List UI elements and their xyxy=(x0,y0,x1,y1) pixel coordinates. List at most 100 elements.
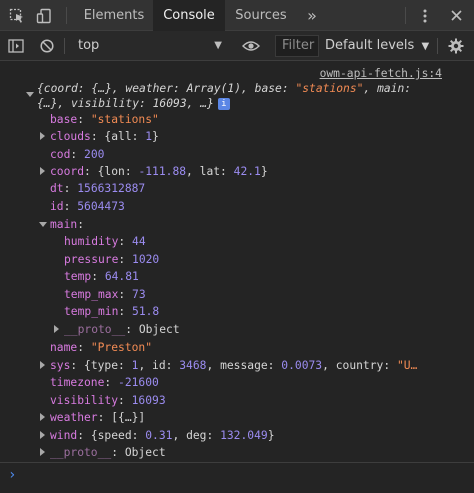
tab-sources[interactable]: Sources xyxy=(225,0,297,31)
gear-icon[interactable] xyxy=(446,31,466,61)
expand-triangle-icon[interactable] xyxy=(40,413,45,421)
prop-key: temp_max xyxy=(64,288,119,301)
chevron-down-icon: ▼ xyxy=(214,40,222,51)
prop-key: wind xyxy=(50,429,78,442)
expand-triangle-icon[interactable] xyxy=(40,361,45,369)
prop-key: cod xyxy=(50,148,71,161)
property-name: name: "Preston" xyxy=(50,339,152,356)
prop-key: sys xyxy=(50,359,71,372)
summary-base-value: "stations" xyxy=(295,82,364,95)
prop-value: {speed: xyxy=(90,429,146,442)
prop-value: } xyxy=(260,165,268,178)
sidebar-toggle-icon[interactable] xyxy=(6,31,26,61)
prop-key: humidity xyxy=(64,235,119,248)
prop-key: main xyxy=(50,218,78,231)
tabbar-divider-right xyxy=(405,7,406,24)
prop-key: temp_min xyxy=(64,305,119,318)
toolbar-divider-right xyxy=(437,38,438,54)
prop-sep: : xyxy=(63,182,78,195)
prop-value: } xyxy=(267,429,275,442)
prop-value: 51.8 xyxy=(132,305,160,318)
clear-console-icon[interactable] xyxy=(37,31,57,61)
expand-triangle-icon[interactable] xyxy=(54,325,59,333)
property-dt: dt: 1566312887 xyxy=(50,180,145,197)
prop-key: timezone xyxy=(50,376,105,389)
prop-key: weather xyxy=(50,411,98,424)
property-wind[interactable]: wind: {speed: 0.31, deg: 132.049} xyxy=(50,427,275,444)
prop-value: Object xyxy=(138,323,180,336)
summary-part: , main: xyxy=(363,82,412,95)
kebab-menu-icon[interactable] xyxy=(415,0,435,31)
info-icon: i xyxy=(217,98,230,110)
property-main-proto[interactable]: __proto__: Object xyxy=(64,321,180,338)
filter-input[interactable]: Filter xyxy=(275,35,319,57)
prop-value: {lon: xyxy=(97,165,139,178)
prop-value: , lat: xyxy=(186,165,234,178)
prop-key: name xyxy=(50,341,78,354)
expand-triangle-icon[interactable] xyxy=(40,448,45,456)
prop-value: 44 xyxy=(132,235,146,248)
devtools-tabbar: Elements Console Sources » xyxy=(0,0,474,31)
tab-console[interactable]: Console xyxy=(153,0,225,31)
prop-value: {all: xyxy=(104,130,146,143)
prop-sep: : xyxy=(111,446,125,459)
prop-sep: : xyxy=(70,148,85,161)
prop-key: id xyxy=(50,200,64,213)
property-clouds[interactable]: clouds: {all: 1} xyxy=(50,128,159,145)
prop-value: , message: xyxy=(206,359,282,372)
property-coord[interactable]: coord: {lon: -111.88, lat: 42.1} xyxy=(50,163,268,180)
console-toolbar: top ▼ Filter Default levels ▼ xyxy=(0,31,474,61)
property-sys[interactable]: sys: {type: 1, id: 3468, message: 0.0073… xyxy=(50,357,417,374)
property-pressure: pressure: 1020 xyxy=(64,251,159,268)
prop-value: 73 xyxy=(132,288,146,301)
prop-value: [{…}] xyxy=(111,411,146,424)
device-toolbar-icon[interactable] xyxy=(33,0,55,31)
object-summary-line2[interactable]: {…}, visibility: 16093, …} i xyxy=(37,95,230,112)
prop-sep: : xyxy=(77,341,91,354)
property-cod: cod: 200 xyxy=(50,146,104,163)
prop-value: , deg: xyxy=(172,429,221,442)
prop-value-string: "U… xyxy=(396,359,418,372)
source-link[interactable]: owm-api-fetch.js:4 xyxy=(320,67,442,80)
prop-key: __proto__ xyxy=(64,323,126,336)
close-icon[interactable] xyxy=(446,0,466,31)
prop-sep: : xyxy=(104,376,119,389)
expand-triangle-icon[interactable] xyxy=(40,431,45,439)
prop-sep: : xyxy=(118,253,133,266)
prop-key: pressure xyxy=(64,253,119,266)
prop-key: dt xyxy=(50,182,64,195)
prop-value: 16093 xyxy=(131,394,166,407)
chevron-down-icon: ▼ xyxy=(421,41,430,52)
console-prompt[interactable]: › xyxy=(0,462,474,493)
context-select[interactable]: top ▼ xyxy=(70,35,228,57)
live-expression-eye-icon[interactable] xyxy=(240,31,262,61)
property-weather[interactable]: weather: [{…}] xyxy=(50,409,145,426)
property-visibility: visibility: 16093 xyxy=(50,392,166,409)
prop-value: 64.81 xyxy=(104,270,139,283)
log-levels-dropdown[interactable]: Default levels ▼ xyxy=(325,35,429,57)
property-proto[interactable]: __proto__: Object xyxy=(50,444,166,461)
prop-value: 1020 xyxy=(132,253,160,266)
context-select-value: top xyxy=(78,38,100,53)
expand-triangle-icon[interactable] xyxy=(40,167,45,175)
tabbar-divider xyxy=(66,7,67,24)
more-tabs-button[interactable]: » xyxy=(300,0,324,31)
prop-value-number: 132.049 xyxy=(220,429,268,442)
prop-value-number: -111.88 xyxy=(138,165,187,178)
prop-key: visibility xyxy=(50,394,119,407)
prop-value: Object xyxy=(124,446,166,459)
property-main[interactable]: main: xyxy=(50,216,84,233)
summary-part: {coord: {…}, weather: Array(1), base: xyxy=(37,82,296,95)
prop-sep: : xyxy=(118,394,132,407)
prop-sep: : xyxy=(118,288,133,301)
prop-sep: : xyxy=(77,218,85,231)
prop-value-number: 0.0073 xyxy=(281,359,323,372)
collapse-triangle-icon[interactable] xyxy=(39,222,47,227)
tab-elements[interactable]: Elements xyxy=(75,0,153,31)
expand-triangle-icon[interactable] xyxy=(40,132,45,140)
prop-key: coord xyxy=(50,165,85,178)
property-id: id: 5604473 xyxy=(50,198,125,215)
prop-value: "Preston" xyxy=(90,341,153,354)
inspect-element-icon[interactable] xyxy=(6,0,28,31)
collapse-triangle-icon[interactable] xyxy=(26,92,34,97)
